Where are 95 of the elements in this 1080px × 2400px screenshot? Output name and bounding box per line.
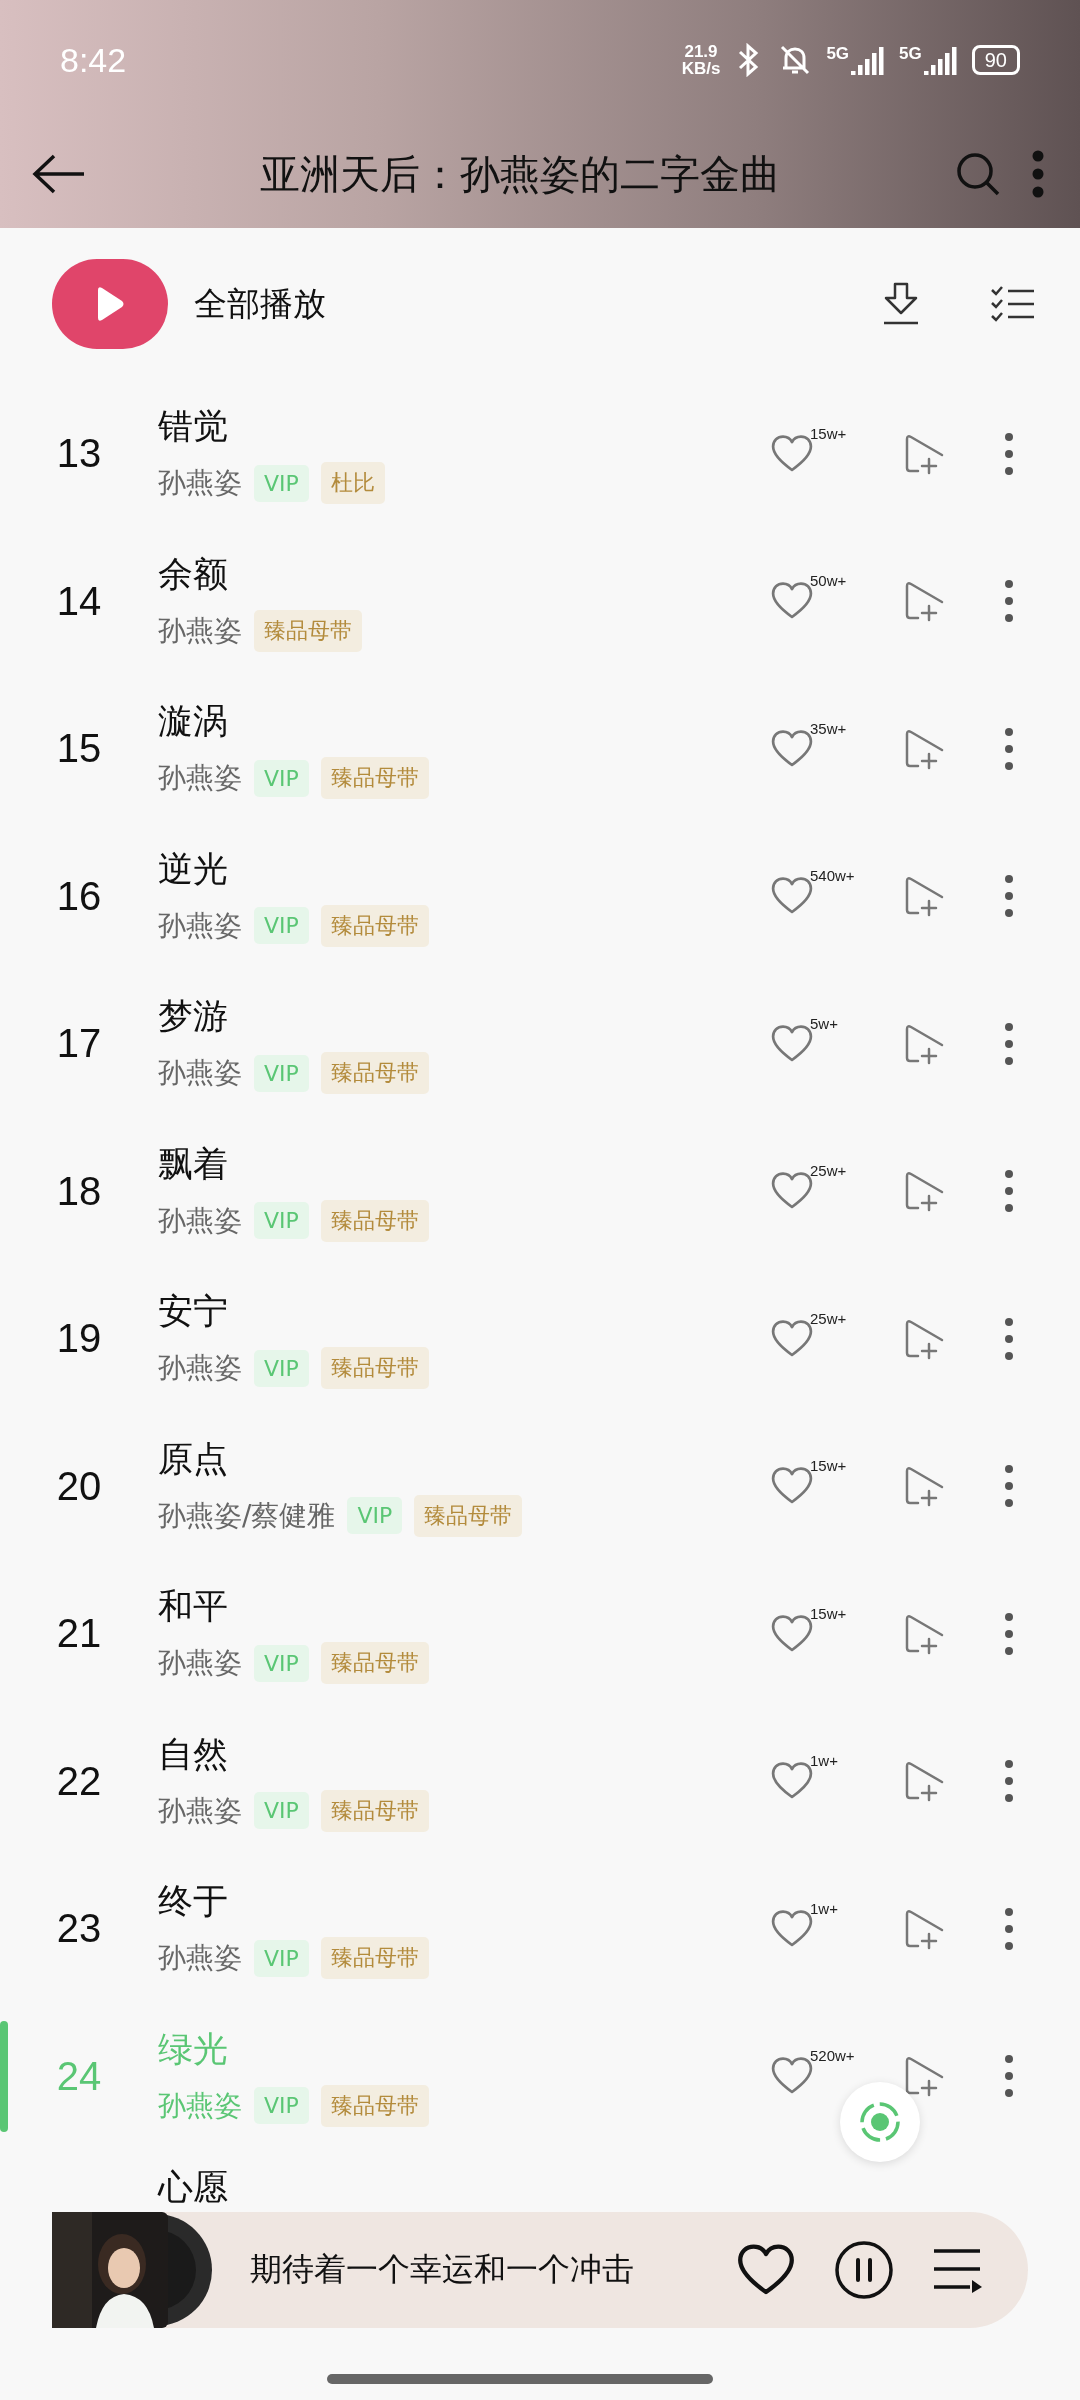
artist-name: 孙燕姿 <box>158 1202 242 1239</box>
vip-tag: VIP <box>254 1644 309 1682</box>
song-title: 余额 <box>158 552 229 596</box>
more-icon <box>1004 2054 1014 2099</box>
artist-name: 孙燕姿 <box>158 1055 242 1092</box>
quality-tag: 臻品母带 <box>320 1789 429 1832</box>
track-number: 15 <box>55 726 103 772</box>
like-button[interactable]: 15w+ <box>770 1461 850 1512</box>
like-button[interactable]: 35w+ <box>770 723 850 774</box>
play-all-label[interactable]: 全部播放 <box>194 281 850 327</box>
quality-tag: 臻品母带 <box>320 1052 429 1095</box>
song-title: 绿光 <box>158 2027 229 2071</box>
artist-name: 孙燕姿 <box>158 465 242 502</box>
signal-icon <box>851 45 886 75</box>
like-button[interactable]: 5w+ <box>770 1018 850 1069</box>
quality-tag: 臻品母带 <box>320 1199 429 1242</box>
like-button[interactable]: 15w+ <box>770 1608 850 1659</box>
artist-name: 孙燕姿 <box>158 907 242 944</box>
artist-name: 孙燕姿 <box>158 2087 242 2124</box>
vip-tag: VIP <box>254 1792 309 1830</box>
song-title: 心愿 <box>158 2166 228 2209</box>
like-button[interactable]: 50w+ <box>770 576 850 627</box>
net-speed: 21.9 <box>684 43 718 60</box>
more-icon <box>1004 1316 1014 1361</box>
song-title: 漩涡 <box>158 700 229 744</box>
status-time: 8:42 <box>60 40 127 80</box>
track-number: 21 <box>55 1611 103 1657</box>
quality-tag: 臻品母带 <box>414 1494 523 1537</box>
song-title: 终于 <box>158 1880 229 1924</box>
artist-name: 孙燕姿 <box>158 1940 242 1977</box>
net-speed-unit: KB/s <box>681 60 721 77</box>
vip-tag: VIP <box>254 759 309 797</box>
more-icon <box>1004 726 1014 771</box>
track-number: 16 <box>55 873 103 919</box>
artist-name: 孙燕姿 <box>158 1350 242 1387</box>
like-button[interactable]: 1w+ <box>770 1756 850 1807</box>
battery-level: 90 <box>971 45 1020 75</box>
song-title: 逆光 <box>158 847 229 891</box>
track-number: 23 <box>55 1906 103 1952</box>
vip-tag: VIP <box>254 1939 309 1977</box>
vip-tag: VIP <box>254 1054 309 1092</box>
more-icon <box>1004 874 1014 919</box>
song-title: 梦游 <box>158 995 229 1039</box>
track-number: 18 <box>55 1168 103 1214</box>
artist-name: 孙燕姿 <box>158 1645 242 1682</box>
song-title: 错觉 <box>158 405 229 449</box>
mini-player[interactable]: 期待着一个幸运和一个冲击 <box>52 2212 1028 2328</box>
vip-tag: VIP <box>254 464 309 502</box>
heart-icon <box>736 2243 796 2297</box>
more-icon <box>1004 579 1014 624</box>
artist-name: 孙燕姿 <box>158 760 242 797</box>
playlist-title: 亚洲天后：孙燕姿的二字金曲 <box>259 149 781 199</box>
like-button[interactable]: 25w+ <box>770 1313 850 1364</box>
quality-tag: 臻品母带 <box>320 1347 429 1390</box>
like-button[interactable]: 25w+ <box>770 1166 850 1217</box>
network-type: 5G <box>826 45 850 62</box>
like-button[interactable]: 15w+ <box>770 428 850 479</box>
track-number: 24 <box>55 2053 103 2099</box>
quality-tag: 臻品母带 <box>320 904 429 947</box>
quality-tag: 杜比 <box>320 462 385 505</box>
more-icon <box>1004 1759 1014 1804</box>
vip-tag: VIP <box>254 1202 309 1240</box>
quality-tag: 臻品母带 <box>320 2084 429 2127</box>
signal-icon <box>923 45 958 75</box>
track-number: 20 <box>55 1463 103 1509</box>
track-number: 14 <box>55 578 103 624</box>
track-number: 19 <box>55 1316 103 1362</box>
more-icon <box>1004 1464 1014 1509</box>
lyric-text: 期待着一个幸运和一个冲击 <box>249 2249 635 2290</box>
track-number: 22 <box>55 1758 103 1804</box>
track-number: 17 <box>55 1021 103 1067</box>
track-number: 13 <box>55 431 103 477</box>
quality-tag: 臻品母带 <box>320 757 429 800</box>
network-type: 5G <box>899 45 922 62</box>
song-title: 自然 <box>158 1732 229 1776</box>
artist-name: 孙燕姿 <box>158 1792 242 1829</box>
vip-tag: VIP <box>347 1497 403 1535</box>
quality-tag: 臻品母带 <box>320 1642 429 1685</box>
song-title: 和平 <box>158 1585 229 1629</box>
vip-tag: VIP <box>254 1349 309 1387</box>
song-title: 安宁 <box>158 1290 229 1334</box>
more-icon <box>1004 1906 1014 1951</box>
artist-name: 孙燕姿 <box>158 612 242 649</box>
like-button[interactable]: 1w+ <box>770 1903 850 1954</box>
quality-tag: 臻品母带 <box>254 609 362 652</box>
more-icon <box>1004 1021 1014 1066</box>
song-title: 飘着 <box>158 1142 229 1186</box>
vip-tag: VIP <box>254 2087 309 2125</box>
song-title: 原点 <box>158 1437 229 1481</box>
more-icon <box>1004 1169 1014 1214</box>
artist-name: 孙燕姿/蔡健雅 <box>158 1497 336 1534</box>
quality-tag: 臻品母带 <box>320 1937 429 1980</box>
vip-tag: VIP <box>254 907 309 945</box>
more-icon <box>1004 431 1014 476</box>
more-icon <box>1004 1611 1014 1656</box>
